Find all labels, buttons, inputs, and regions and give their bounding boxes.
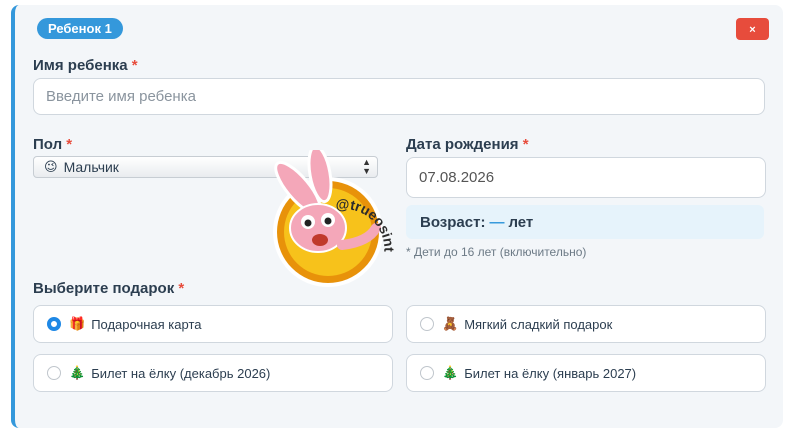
required-mark: * xyxy=(131,57,138,74)
required-mark: * xyxy=(522,136,529,153)
gift-option-tree-dec[interactable]: 🎄 Билет на ёлку (декабрь 2026) xyxy=(33,354,393,392)
age-display: Возраст: — лет xyxy=(406,205,764,239)
name-label: Имя ребенка * xyxy=(33,57,138,74)
boy-emoji-icon: 😉 xyxy=(44,159,58,174)
gender-label: Пол * xyxy=(33,136,73,153)
bunny-sticker: @trueosint xyxy=(273,150,397,287)
birthdate-input[interactable]: 07.08.2026 xyxy=(406,157,766,198)
required-mark: * xyxy=(66,136,73,153)
gift-option-tree-jan[interactable]: 🎄 Билет на ёлку (январь 2027) xyxy=(406,354,766,392)
radio-unselected[interactable] xyxy=(420,366,434,380)
christmas-tree-icon: 🎄 xyxy=(69,365,86,380)
age-hint: * Дети до 16 лет (включительно) xyxy=(406,245,587,259)
required-mark: * xyxy=(178,280,185,297)
radio-unselected[interactable] xyxy=(47,366,61,380)
radio-selected[interactable] xyxy=(47,317,61,331)
child-name-input[interactable] xyxy=(33,78,765,115)
birthdate-label: Дата рождения * xyxy=(406,136,529,153)
gift-option-card[interactable]: 🎁 Подарочная карта xyxy=(33,305,393,343)
gender-selected-value: Мальчик xyxy=(63,159,119,175)
child-badge: Ребенок 1 xyxy=(37,18,123,39)
teddy-bear-icon: 🧸 xyxy=(442,316,459,331)
remove-child-button[interactable]: × xyxy=(736,18,769,40)
christmas-tree-icon: 🎄 xyxy=(442,365,459,380)
gift-icon: 🎁 xyxy=(69,316,86,331)
gift-label: Выберите подарок * xyxy=(33,280,185,297)
gift-option-sweets[interactable]: 🧸 Мягкий сладкий подарок xyxy=(406,305,766,343)
radio-unselected[interactable] xyxy=(420,317,434,331)
